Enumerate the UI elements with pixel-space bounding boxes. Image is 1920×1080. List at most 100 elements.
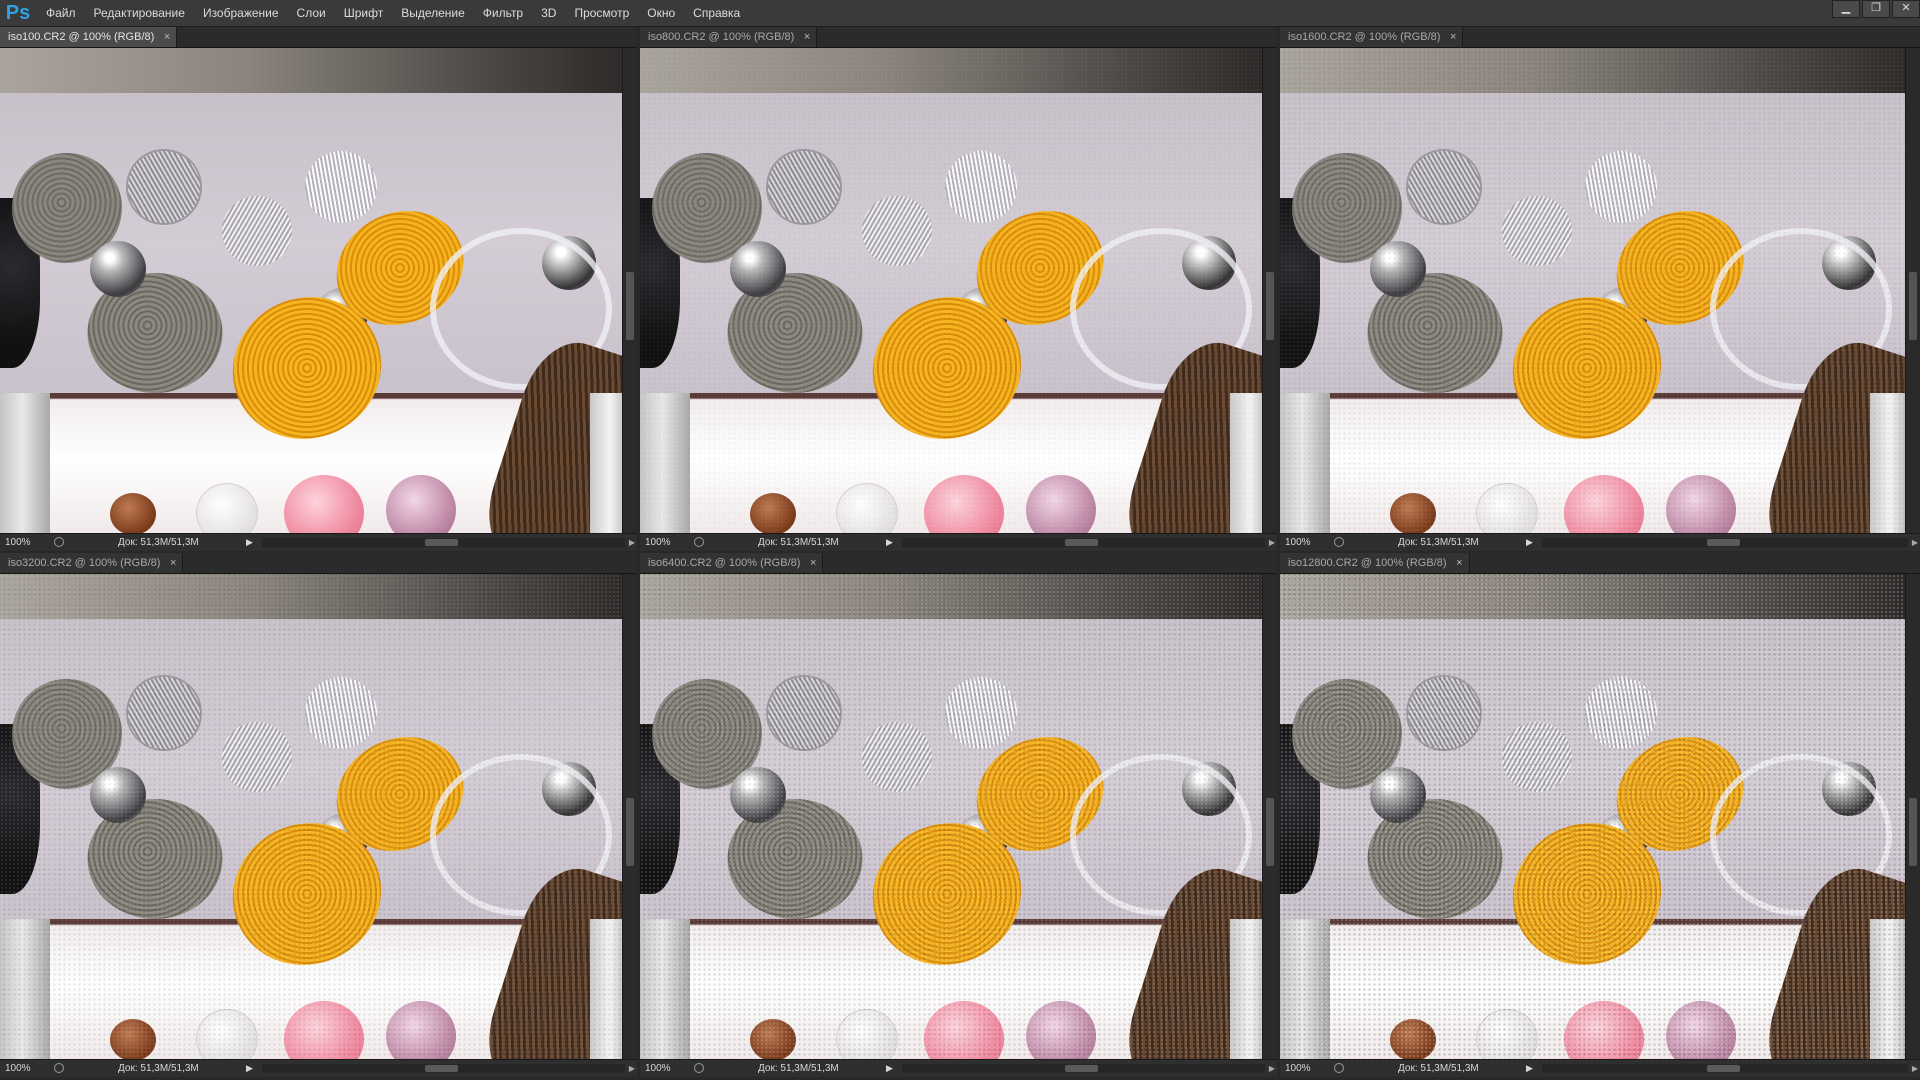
- tab-close-icon[interactable]: ×: [1450, 27, 1456, 47]
- vertical-scrollbar[interactable]: [1262, 574, 1277, 1060]
- document-size-info: Док: 51,3M/51,3M: [758, 537, 839, 548]
- zoom-level[interactable]: 100%: [5, 534, 43, 551]
- vertical-scroll-thumb[interactable]: [626, 797, 634, 866]
- horizontal-scrollbar[interactable]: [902, 1064, 1265, 1073]
- status-options-icon[interactable]: [1334, 537, 1344, 547]
- horizontal-scrollbar[interactable]: [1542, 538, 1908, 547]
- menu-edit[interactable]: Редактирование: [94, 6, 185, 20]
- silver-pin-head: [1370, 767, 1426, 823]
- clear-bead: [836, 483, 898, 534]
- close-icon[interactable]: ✕: [1892, 0, 1920, 18]
- photo-scene: [0, 574, 623, 1060]
- silver-sequin: [945, 151, 1017, 223]
- status-menu-arrow-icon[interactable]: ▶: [246, 1060, 253, 1077]
- document-canvas[interactable]: [1280, 48, 1906, 534]
- menu-3d[interactable]: 3D: [541, 6, 556, 20]
- zoom-level[interactable]: 100%: [1285, 1060, 1323, 1077]
- menu-view[interactable]: Просмотр: [574, 6, 629, 20]
- vertical-scroll-thumb[interactable]: [1266, 797, 1274, 866]
- document-pane-3: iso1600.CR2 @ 100% (RGB/8) × 100% Док: 5…: [1280, 27, 1920, 551]
- status-options-icon[interactable]: [54, 1063, 64, 1073]
- brown-bead: [1390, 493, 1436, 534]
- menu-window[interactable]: Окно: [647, 6, 675, 20]
- menu-select[interactable]: Выделение: [401, 6, 465, 20]
- document-canvas[interactable]: [0, 574, 623, 1060]
- document-canvas[interactable]: [640, 574, 1263, 1060]
- scroll-right-icon[interactable]: ▶: [1912, 534, 1918, 551]
- vertical-scroll-thumb[interactable]: [1909, 797, 1917, 866]
- document-tab[interactable]: iso3200.CR2 @ 100% (RGB/8) ×: [0, 553, 184, 573]
- silver-pin-head: [730, 767, 786, 823]
- menu-layers[interactable]: Слои: [297, 6, 326, 20]
- tab-close-icon[interactable]: ×: [810, 553, 816, 573]
- glass-jar: [1280, 919, 1330, 1060]
- status-menu-arrow-icon[interactable]: ▶: [1526, 534, 1533, 551]
- zoom-level[interactable]: 100%: [5, 1060, 43, 1077]
- vertical-scrollbar[interactable]: [1905, 574, 1920, 1060]
- silver-sequin: [1502, 196, 1572, 266]
- zoom-level[interactable]: 100%: [645, 534, 683, 551]
- tab-close-icon[interactable]: ×: [164, 27, 170, 47]
- horizontal-scrollbar[interactable]: [902, 538, 1265, 547]
- menu-help[interactable]: Справка: [693, 6, 740, 20]
- document-pane-5: iso6400.CR2 @ 100% (RGB/8) × 100% Док: 5…: [640, 553, 1277, 1077]
- clear-bead: [1476, 1009, 1538, 1060]
- status-options-icon[interactable]: [694, 1063, 704, 1073]
- menu-file[interactable]: Файл: [46, 6, 76, 20]
- tab-close-icon[interactable]: ×: [804, 27, 810, 47]
- scroll-right-icon[interactable]: ▶: [629, 1060, 635, 1077]
- document-tab[interactable]: iso12800.CR2 @ 100% (RGB/8) ×: [1280, 553, 1470, 573]
- scroll-right-icon[interactable]: ▶: [1269, 534, 1275, 551]
- scroll-right-icon[interactable]: ▶: [1269, 1060, 1275, 1077]
- vertical-scroll-thumb[interactable]: [1266, 271, 1274, 340]
- document-tab[interactable]: iso800.CR2 @ 100% (RGB/8) ×: [640, 27, 818, 47]
- photo-scene: [0, 48, 623, 534]
- horizontal-scroll-thumb[interactable]: [1065, 1065, 1098, 1072]
- tab-close-icon[interactable]: ×: [1456, 553, 1462, 573]
- document-size-info: Док: 51,3M/51,3M: [118, 537, 199, 548]
- horizontal-scroll-thumb[interactable]: [1065, 539, 1098, 546]
- menu-filter[interactable]: Фильтр: [483, 6, 523, 20]
- silver-sequin: [305, 677, 377, 749]
- horizontal-scrollbar[interactable]: [1542, 1064, 1908, 1073]
- restore-icon[interactable]: ❐: [1862, 0, 1890, 18]
- status-menu-arrow-icon[interactable]: ▶: [246, 534, 253, 551]
- silver-sequin: [862, 196, 932, 266]
- document-canvas[interactable]: [0, 48, 623, 534]
- document-canvas[interactable]: [1280, 574, 1906, 1060]
- zoom-level[interactable]: 100%: [1285, 534, 1323, 551]
- horizontal-scrollbar[interactable]: [262, 538, 625, 547]
- horizontal-scrollbar[interactable]: [262, 1064, 625, 1073]
- status-menu-arrow-icon[interactable]: ▶: [1526, 1060, 1533, 1077]
- glass-jar: [590, 919, 623, 1060]
- horizontal-scroll-thumb[interactable]: [425, 1065, 458, 1072]
- zoom-level[interactable]: 100%: [645, 1060, 683, 1077]
- vertical-scrollbar[interactable]: [622, 48, 637, 534]
- vertical-scrollbar[interactable]: [1905, 48, 1920, 534]
- menu-image[interactable]: Изображение: [203, 6, 279, 20]
- status-menu-arrow-icon[interactable]: ▶: [886, 1060, 893, 1077]
- minimize-icon[interactable]: ▁: [1832, 0, 1860, 18]
- scroll-right-icon[interactable]: ▶: [1912, 1060, 1918, 1077]
- glass-jar: [640, 919, 690, 1060]
- scroll-right-icon[interactable]: ▶: [629, 534, 635, 551]
- status-options-icon[interactable]: [1334, 1063, 1344, 1073]
- vertical-scroll-thumb[interactable]: [626, 271, 634, 340]
- menu-type[interactable]: Шрифт: [344, 6, 383, 20]
- status-options-icon[interactable]: [694, 537, 704, 547]
- tab-close-icon[interactable]: ×: [170, 553, 176, 573]
- status-options-icon[interactable]: [54, 537, 64, 547]
- vertical-scrollbar[interactable]: [622, 574, 637, 1060]
- document-canvas[interactable]: [640, 48, 1263, 534]
- document-tab[interactable]: iso6400.CR2 @ 100% (RGB/8) ×: [640, 553, 824, 573]
- vertical-scrollbar[interactable]: [1262, 48, 1277, 534]
- document-tab[interactable]: iso1600.CR2 @ 100% (RGB/8) ×: [1280, 27, 1464, 47]
- status-menu-arrow-icon[interactable]: ▶: [886, 534, 893, 551]
- brown-bead: [750, 1019, 796, 1060]
- horizontal-scroll-thumb[interactable]: [1706, 539, 1740, 546]
- clear-bead: [836, 1009, 898, 1060]
- horizontal-scroll-thumb[interactable]: [1706, 1065, 1740, 1072]
- horizontal-scroll-thumb[interactable]: [425, 539, 458, 546]
- document-tab[interactable]: iso100.CR2 @ 100% (RGB/8) ×: [0, 27, 178, 47]
- vertical-scroll-thumb[interactable]: [1909, 271, 1917, 340]
